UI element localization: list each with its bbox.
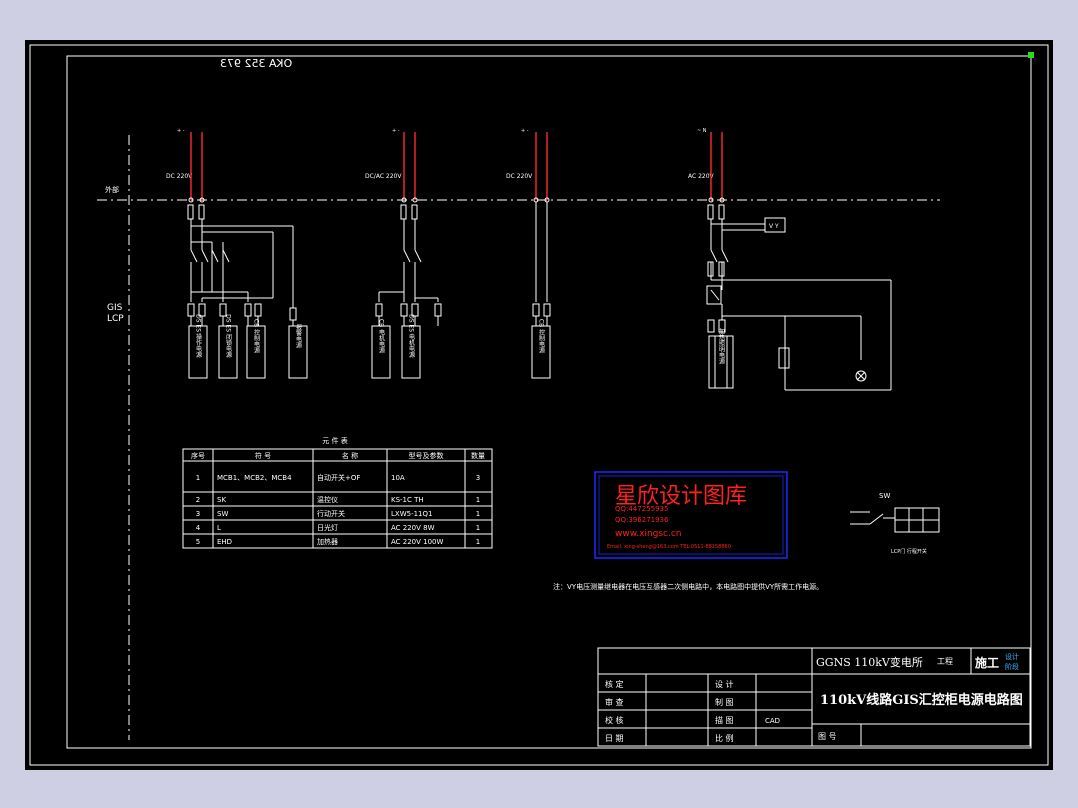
watermark: 星欣设计图库 QQ:447255935 QQ:396271936 www.xin… [594, 471, 788, 559]
inner-frame [66, 55, 1032, 749]
project-name: GGNS 110kV变电所 [816, 655, 923, 669]
table-cell-1-2: 温控仪 [317, 495, 338, 504]
tb-mid-label-1: 制 图 [715, 697, 734, 707]
watermark-email: Email: xing-sheng@163.com TEL:0511-88158… [607, 544, 731, 550]
circuit-3-top: + - [521, 128, 529, 134]
table-cell-2-2: 行动开关 [317, 509, 345, 518]
tb-mid-label-3: 比 例 [715, 733, 734, 743]
c1-box-1-label: DS ES 操作电源 [195, 314, 202, 359]
table-cell-3-4: 1 [476, 524, 480, 532]
c1-box-3-label: CB 控制电源 [253, 319, 260, 354]
table-cell-3-2: 日光灯 [317, 523, 338, 532]
project-suffix: 工程 [937, 657, 953, 666]
note: 注：VY电压测量继电器在电压互感器二次侧电路中，本电路图中提供VY所需工作电源。 [553, 582, 823, 591]
watermark-site: www.xingsc.cn [615, 529, 682, 539]
tb-left-label-3: 日 期 [605, 734, 624, 743]
title-block: GGNS 110kV变电所 工程 施工 设计 阶段 110kV线路GIS汇控柜电… [597, 647, 1031, 747]
drawing-title: 110kV线路GIS汇控柜电源电路图 [820, 692, 1023, 708]
table-cell-4-4: 1 [476, 538, 480, 546]
stage: 施工 [975, 655, 999, 670]
green-marker [1028, 52, 1034, 58]
table-cell-0-3: 10A [391, 474, 405, 482]
tb-left-label-2: 校 核 [605, 715, 624, 725]
table-cell-4-0: 5 [196, 538, 200, 546]
c1-box-4-label: 报警电源 [295, 323, 302, 349]
drawing-code: OKA 352 973 [220, 57, 292, 70]
table-header-2: 名 称 [342, 451, 358, 460]
table-cell-1-4: 1 [476, 496, 480, 504]
c3-box-1-label: CB 控制电源 [538, 319, 545, 354]
sw-label: SW [879, 492, 890, 500]
circuit-1-voltage: DC 220V [166, 173, 193, 180]
circuit-4-top: ~ N [697, 128, 707, 134]
table-cell-3-3: AC 220V 8W [391, 524, 435, 532]
table-title: 元 件 表 [322, 436, 347, 445]
c2-box-2-label: DS ES 电机电源 [408, 314, 415, 359]
table-header-1: 符 号 [255, 451, 271, 460]
figure-no-label: 图 号 [818, 732, 837, 741]
table-cell-2-3: LXW5-11Q1 [391, 510, 432, 518]
sw-detail: SW LCP门 行程开关 [850, 492, 940, 555]
table-header-3: 型号及参数 [409, 451, 444, 460]
circuit-2-top: + - [392, 128, 400, 134]
table-cell-1-1: SK [217, 496, 226, 504]
sw-caption: LCP门 行程开关 [891, 548, 927, 555]
circuit-3-voltage: DC 220V [506, 173, 533, 180]
table-cell-2-1: SW [217, 510, 228, 518]
circuit-2-voltage: DC/AC 220V [365, 173, 402, 180]
stage-sub-2: 阶段 [1005, 662, 1019, 671]
label-lcp: LCP [107, 314, 124, 324]
tb-mid-value-2: CAD [765, 717, 780, 725]
table-cell-2-0: 3 [196, 510, 200, 518]
table-cell-0-1: MCB1、MCB2、MCB4 [217, 474, 292, 482]
tb-mid-label-0: 设 计 [715, 679, 734, 689]
c4-box-1-label: 加热照明电源 [718, 327, 725, 365]
table-cell-4-2: 加热器 [317, 537, 338, 546]
table-cell-3-0: 4 [196, 524, 201, 532]
table-cell-3-1: L [217, 524, 221, 532]
circuit-3: + - DC 220V CB 控制电源 [506, 128, 551, 379]
table-cell-2-4: 1 [476, 510, 480, 518]
watermark-qq1: QQ:447255935 [615, 505, 668, 513]
circuit-4: ~ N AC 220V V Y 加热照明电源 [688, 128, 892, 391]
label-gis: GIS [107, 303, 123, 313]
table-cell-4-3: AC 220V 100W [391, 538, 444, 546]
table-cell-1-3: KS-1C TH [391, 496, 424, 504]
table-header-4: 数量 [471, 451, 485, 460]
svg-text:V Y: V Y [769, 223, 779, 230]
schematic-drawing: OKA 352 973 外部 GIS LCP + - DC 220V DS ES… [29, 44, 1049, 766]
tb-mid-label-2: 描 图 [715, 715, 734, 725]
tb-left-label-0: 核 定 [605, 679, 624, 689]
table-cell-0-2: 自动开关+OF [317, 473, 360, 482]
stage-sub-1: 设计 [1005, 652, 1019, 661]
tb-left-label-1: 审 查 [605, 697, 624, 707]
table-header-0: 序号 [191, 451, 205, 460]
table-cell-4-1: EHD [217, 538, 232, 546]
table-cell-0-4: 3 [476, 474, 480, 482]
watermark-qq2: QQ:396271936 [615, 516, 669, 524]
circuit-1-top: + - [177, 128, 185, 134]
drawing-canvas: OKA 352 973 外部 GIS LCP + - DC 220V DS ES… [25, 40, 1053, 770]
c1-box-2-label: DS ES 闭锁电源 [225, 314, 232, 359]
c2-box-1-label: CB 电机电源 [378, 319, 385, 354]
component-table: 元 件 表 序号 符 号 名 称 型号及参数 数量 1 MCB1、MCB2、MCB4 自动开… [182, 436, 493, 549]
circuit-2: + - DC/AC 220V CB 电机电源 DS ES 电机电源 [365, 128, 442, 379]
table-cell-0-0: 1 [196, 474, 200, 482]
circuit-1: + - DC 220V DS ES 操作电源 DS ES 闭锁电源 CB 控制电… [166, 128, 308, 379]
label-outside: 外部 [105, 185, 119, 194]
table-cell-1-0: 2 [196, 496, 200, 504]
